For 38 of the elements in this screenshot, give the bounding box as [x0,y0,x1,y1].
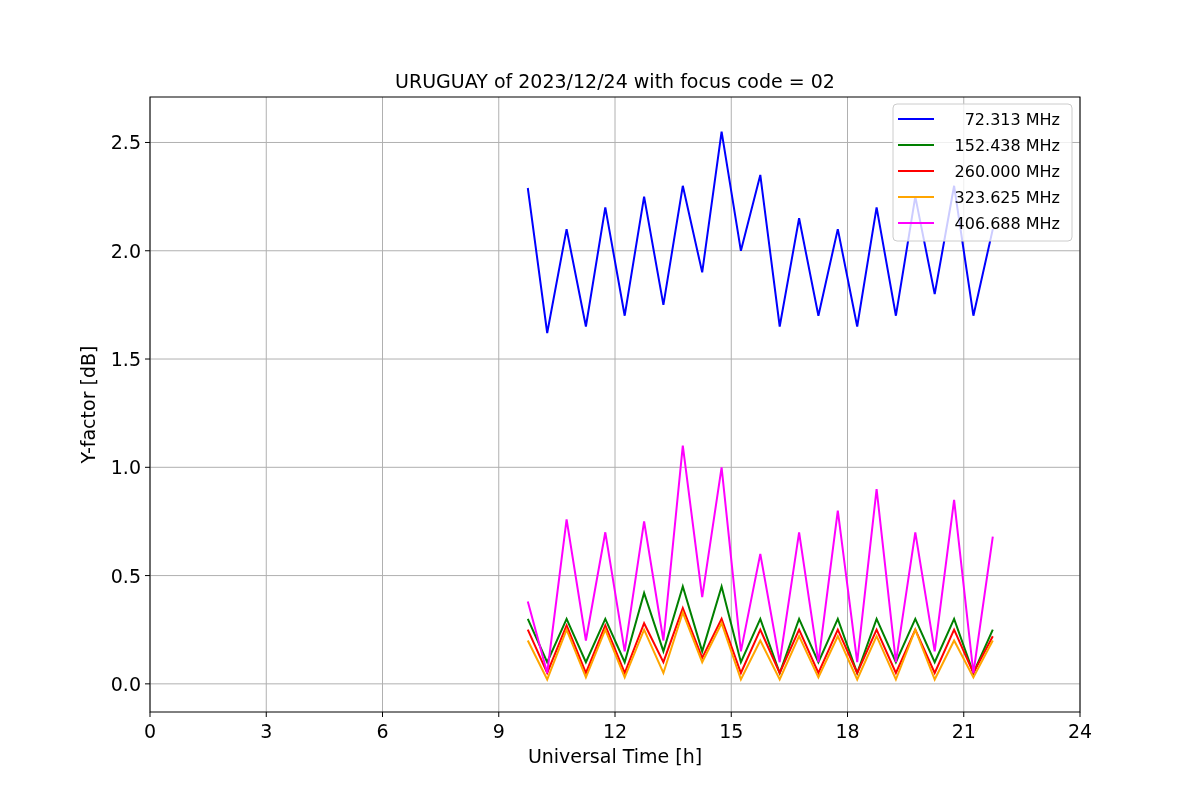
y-tick-label: 1.5 [110,348,141,370]
x-tick-label: 24 [1067,720,1093,742]
x-tick-label: 3 [260,720,273,742]
tick-mark [847,711,848,718]
y-axis-label: Y-factor [dB] [77,345,99,464]
tick-mark [149,711,151,718]
x-tick-label: 0 [143,720,157,742]
tick-mark [144,466,151,468]
tick-mark [498,711,500,718]
tick-mark [144,250,151,252]
x-tick-label: 18 [835,720,860,742]
chart-title: URUGUAY of 2023/12/24 with focus code = 02 [395,70,835,92]
tick-mark [144,142,151,143]
tick-mark [730,711,732,718]
legend-label: 406.688 MHz [954,214,1060,233]
legend-label: 152.438 MHz [954,136,1060,155]
y-tick-label: 2.5 [110,131,141,154]
y-tick-label: 1.0 [110,456,141,479]
tick-mark [1079,711,1081,718]
tick-mark [144,575,151,577]
tick-mark [144,358,151,360]
x-tick-label: 21 [951,720,976,742]
x-tick-label: 6 [376,720,389,742]
x-axis-label: Universal Time [h] [527,745,703,767]
legend-label: 72.313 MHz [964,110,1060,129]
tick-mark [614,711,616,718]
legend-label: 260.000 MHz [954,162,1060,181]
x-tick-label: 9 [492,720,505,742]
tick-mark [382,711,383,718]
tick-mark [144,683,151,685]
tick-mark [265,711,267,718]
x-tick-label: 12 [602,720,628,742]
y-tick-label: 0.5 [110,564,141,587]
y-tick-label: 0.0 [110,672,141,695]
x-tick-label: 15 [719,720,744,742]
y-tick-label: 2.0 [110,239,141,262]
legend-label: 323.625 MHz [954,188,1060,207]
tick-mark [963,711,965,718]
